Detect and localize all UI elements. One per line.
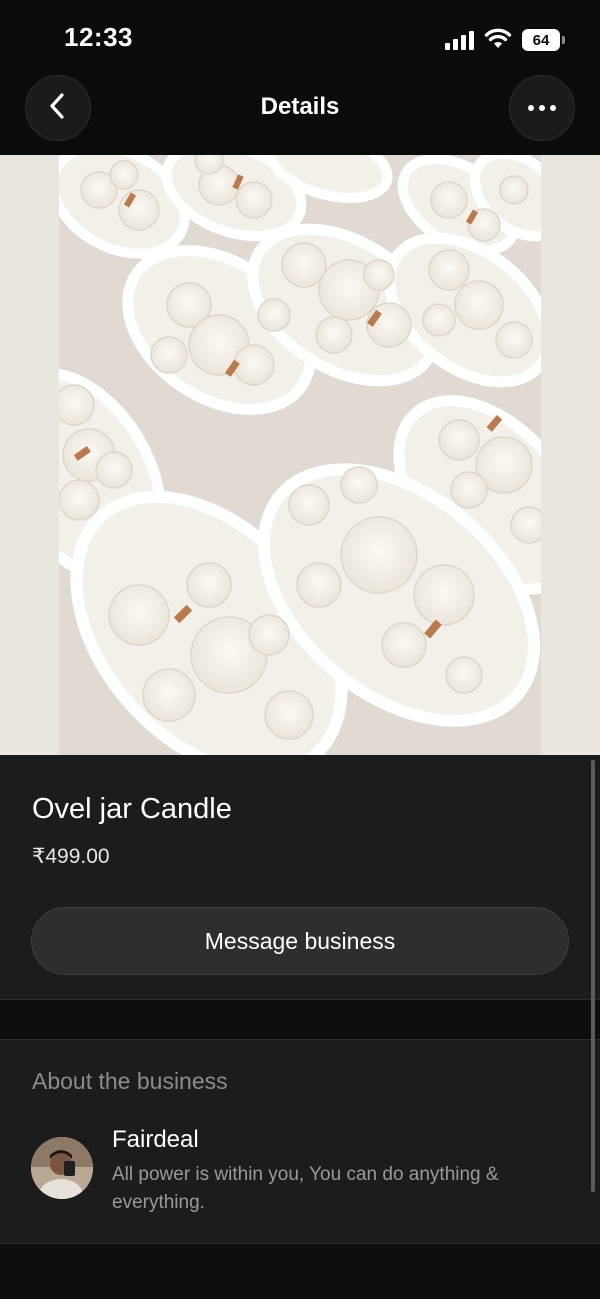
product-details: Ovel jar Candle ₹499.00 Message business bbox=[0, 755, 600, 1000]
avatar[interactable] bbox=[31, 1137, 93, 1199]
product-image-area[interactable] bbox=[0, 155, 600, 755]
nav-bar: Details bbox=[0, 75, 600, 155]
product-price: ₹499.00 bbox=[32, 845, 110, 868]
business-name[interactable]: Fairdeal bbox=[112, 1126, 199, 1154]
about-heading: About the business bbox=[32, 1068, 228, 1094]
more-options-button[interactable] bbox=[509, 75, 575, 141]
product-title: Ovel jar Candle bbox=[32, 793, 232, 825]
business-description: All power is within you, You can do anyt… bbox=[112, 1164, 499, 1213]
status-bar: 12:33 64 bbox=[0, 0, 600, 75]
more-horizontal-icon bbox=[528, 105, 556, 111]
status-time: 12:33 bbox=[64, 22, 133, 52]
about-business-section: About the business Fairdeal All power is… bbox=[0, 1040, 600, 1244]
battery-icon: 64 bbox=[522, 29, 565, 51]
scrollbar[interactable] bbox=[591, 760, 595, 1192]
battery-level: 64 bbox=[532, 31, 550, 49]
signal-icon bbox=[445, 30, 474, 50]
wifi-icon bbox=[484, 27, 512, 54]
status-icons: 64 bbox=[445, 27, 565, 54]
product-photo[interactable] bbox=[59, 155, 541, 755]
section-divider bbox=[0, 1000, 600, 1040]
message-business-button[interactable]: Message business bbox=[31, 907, 569, 975]
bottom-area bbox=[0, 1244, 600, 1299]
